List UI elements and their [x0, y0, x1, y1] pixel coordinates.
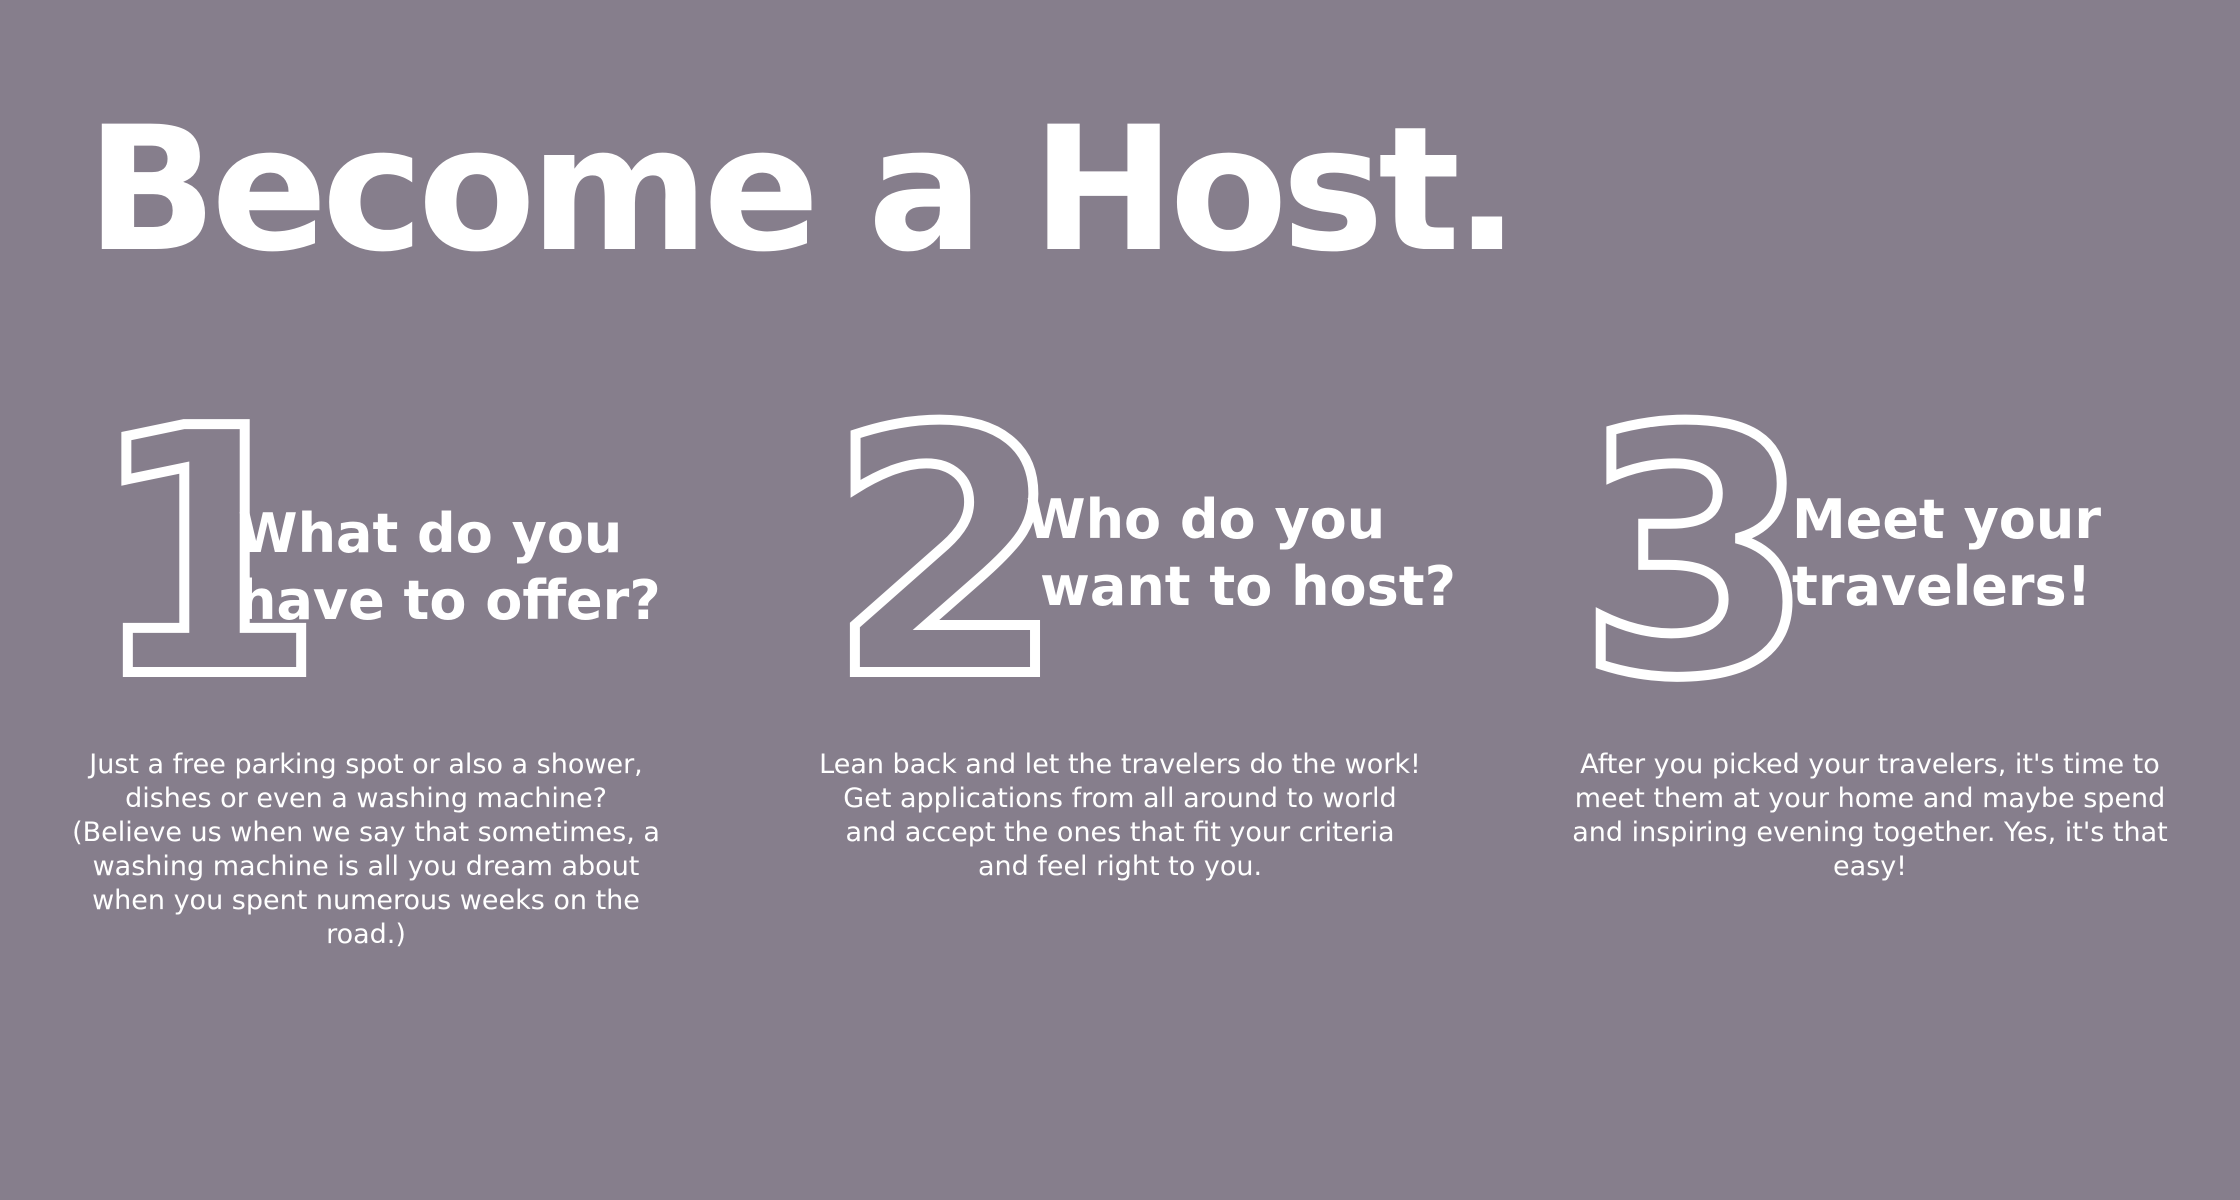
step-1-heading: What do you have to offer? [238, 500, 661, 634]
step-3-heading: Meet your travelers! [1792, 486, 2101, 620]
step-1-heading-line: What do you [238, 502, 623, 565]
step-1-description-line: washing machine is all you dream about [92, 851, 640, 882]
step-3-number-outline: 3 [1573, 357, 1820, 753]
step-3-description-line: and inspiring evening together. Yes, it'… [1572, 817, 2168, 848]
step-1-description-line: dishes or even a washing machine? [125, 783, 607, 814]
step-2-description-line: and feel right to you. [977, 851, 1263, 882]
step-1-description: Just a free parking spot or also a showe… [40, 748, 692, 952]
step-2-description-line: Lean back and let the travelers do the w… [819, 749, 1421, 780]
step-3-heading-line: travelers! [1792, 555, 2092, 618]
step-1-description-line: (Believe us when we say that sometimes, … [72, 817, 660, 848]
step-1-description-line: road.) [326, 919, 406, 950]
step-3-heading-line: Meet your [1792, 488, 2101, 551]
step-2-description: Lean back and let the travelers do the w… [790, 748, 1450, 884]
step-1-description-line: Just a free parking spot or also a showe… [89, 749, 643, 780]
step-3-description-line: meet them at your home and maybe spend [1574, 783, 2166, 814]
step-3-description-line: After you picked your travelers, it's ti… [1580, 749, 2160, 780]
step-2-description-line: Get applications from all around to worl… [843, 783, 1397, 814]
step-1-heading-line: have to offer? [238, 569, 661, 632]
step-1-description-line: when you spent numerous weeks on the [92, 885, 640, 916]
step-3-description-line: easy! [1832, 851, 1908, 882]
step-2-heading: Who do you want to host? [1026, 486, 1456, 620]
step-2-description-line: and accept the ones that fit your criter… [845, 817, 1395, 848]
step-2-heading-line: Who do you [1026, 488, 1386, 551]
step-3-description: After you picked your travelers, it's ti… [1530, 748, 2210, 884]
page-title: Become a Host. [86, 89, 1520, 290]
step-2-heading-line: want to host? [1040, 555, 1456, 618]
